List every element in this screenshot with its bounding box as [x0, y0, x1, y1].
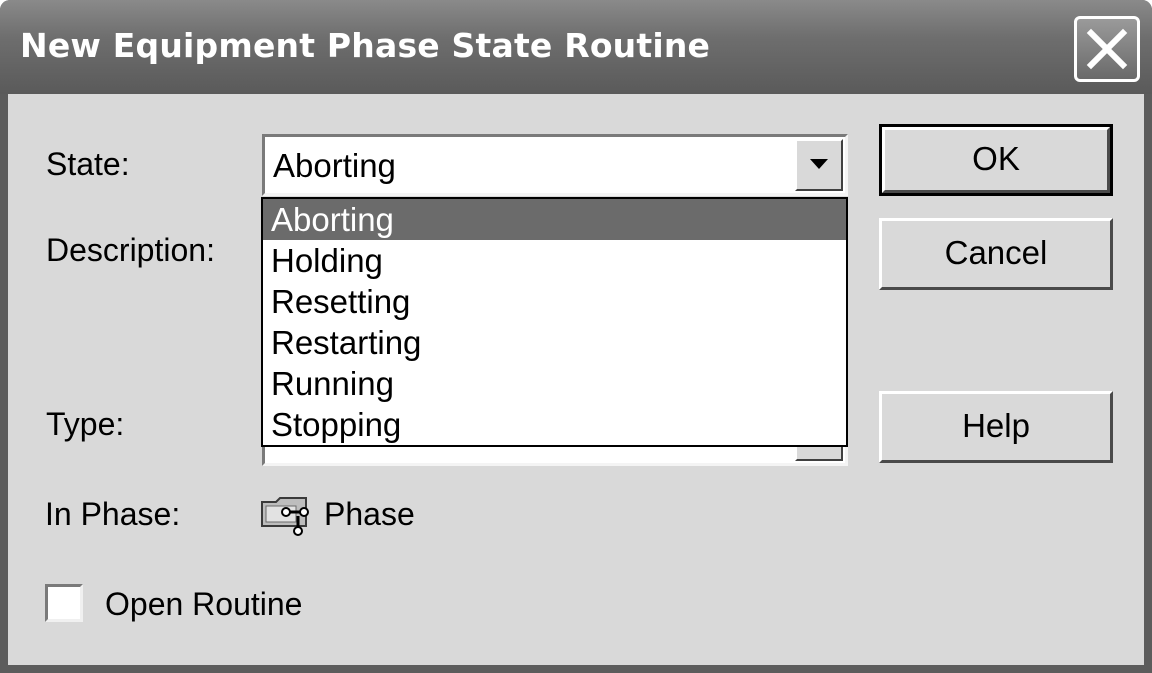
- phase-icon: [261, 497, 309, 536]
- dropdown-option-resetting[interactable]: Resetting: [263, 281, 846, 322]
- close-icon: [1086, 28, 1128, 70]
- dropdown-option-aborting[interactable]: Aborting: [263, 199, 846, 240]
- type-label: Type:: [46, 406, 125, 442]
- state-combobox[interactable]: Aborting: [262, 134, 848, 196]
- dropdown-option-holding[interactable]: Holding: [263, 240, 846, 281]
- dropdown-option-stopping[interactable]: Stopping: [263, 404, 846, 445]
- dropdown-option-running[interactable]: Running: [263, 363, 846, 404]
- dropdown-option-restarting[interactable]: Restarting: [263, 322, 846, 363]
- state-value: Aborting: [273, 147, 396, 184]
- state-label: State:: [46, 146, 130, 182]
- state-dropdown-list[interactable]: Aborting Holding Resetting Restarting Ru…: [261, 197, 848, 447]
- in-phase-label: In Phase:: [45, 496, 181, 532]
- open-routine-label[interactable]: Open Routine: [105, 586, 302, 623]
- help-button[interactable]: Help: [879, 391, 1113, 463]
- description-label: Description:: [46, 232, 215, 268]
- chevron-down-icon: [810, 159, 828, 169]
- title-bar[interactable]: New Equipment Phase State Routine: [0, 0, 1152, 94]
- cancel-button[interactable]: Cancel: [879, 218, 1113, 290]
- in-phase-value: Phase: [324, 496, 415, 532]
- dialog-window: New Equipment Phase State Routine State:…: [0, 0, 1152, 673]
- dialog-client-area: State: Description: Type: In Phase: Abor…: [8, 94, 1144, 665]
- state-dropdown-button[interactable]: [795, 139, 843, 191]
- open-routine-checkbox[interactable]: [45, 584, 83, 622]
- ok-button[interactable]: OK: [879, 124, 1113, 196]
- window-title: New Equipment Phase State Routine: [20, 26, 711, 65]
- close-button[interactable]: [1074, 16, 1140, 82]
